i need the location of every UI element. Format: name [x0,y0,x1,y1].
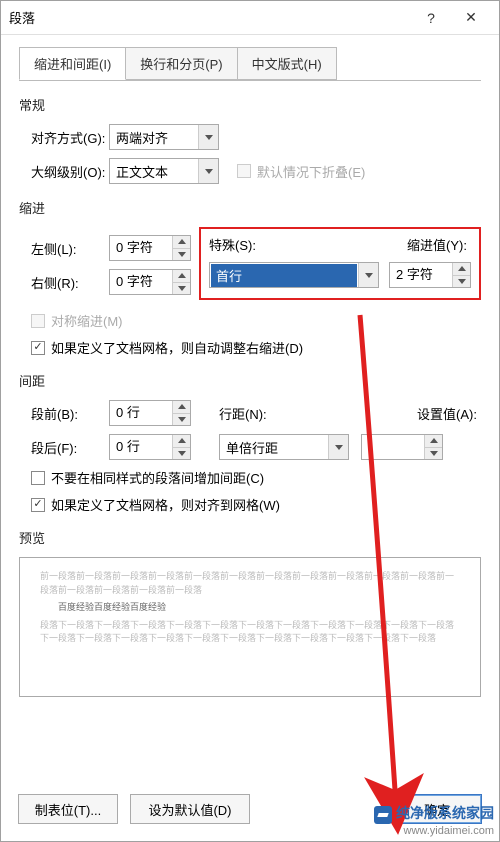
spinner-down-icon[interactable] [173,283,190,295]
watermark-logo-icon [374,806,392,824]
chevron-down-icon [198,125,218,149]
indent-right-spinner[interactable]: 0 字符 [109,269,191,295]
dialog-content: 缩进和间距(I) 换行和分页(P) 中文版式(H) 常规 对齐方式(G): 两端… [1,35,499,705]
paragraph-dialog: 段落 ? ✕ 缩进和间距(I) 换行和分页(P) 中文版式(H) 常规 对齐方式… [0,0,500,842]
space-after-value: 0 行 [110,435,172,459]
line-spacing-value: 单倍行距 [220,438,328,457]
watermark-title: 纯净版系统家园 [396,805,494,821]
spinner-up-icon[interactable] [173,401,190,414]
outline-value: 正文文本 [110,162,198,181]
mirror-indent-label: 对称缩进(M) [51,311,123,330]
alignment-dropdown[interactable]: 两端对齐 [109,124,219,150]
indent-value-spinner[interactable]: 2 字符 [389,262,471,288]
spinner-buttons [424,435,442,459]
help-button[interactable]: ? [411,4,451,32]
special-label: 特殊(S): [209,235,260,254]
spinner-up-icon[interactable] [173,270,190,283]
indent-value-label: 缩进值(Y): [407,235,471,254]
tabs-button[interactable]: 制表位(T)... [18,794,118,824]
auto-adjust-label: 如果定义了文档网格，则自动调整右缩进(D) [51,338,303,357]
section-indent: 缩进 [19,198,481,217]
spinner-down-icon[interactable] [453,276,470,288]
special-value: 首行 [211,264,357,287]
mirror-indent-checkbox [31,314,45,328]
alignment-label: 对齐方式(G): [19,128,109,147]
spinner-down-icon[interactable] [173,249,190,261]
spinner-up-icon[interactable] [453,263,470,276]
section-preview: 预览 [19,528,481,547]
snap-grid-checkbox[interactable] [31,498,45,512]
set-value-label: 设置值(A): [417,404,481,423]
spinner-buttons [172,401,190,425]
watermark-url: www.yidaimei.com [374,824,494,838]
tab-asian-typography[interactable]: 中文版式(H) [237,47,337,80]
set-value-text [362,435,424,459]
indent-left-value: 0 字符 [110,236,172,260]
section-general: 常规 [19,95,481,114]
dialog-title: 段落 [9,8,411,27]
spinner-down-icon[interactable] [173,414,190,426]
tab-line-page-breaks[interactable]: 换行和分页(P) [125,47,237,80]
collapsed-label: 默认情况下折叠(E) [257,162,365,181]
line-spacing-label: 行距(N): [219,404,279,423]
chevron-down-icon [198,159,218,183]
preview-current-text: 百度经验百度经验百度经验 [40,601,460,615]
indent-value-text: 2 字符 [390,263,452,287]
close-button[interactable]: ✕ [451,4,491,32]
space-before-spinner[interactable]: 0 行 [109,400,191,426]
space-before-value: 0 行 [110,401,172,425]
watermark: 纯净版系统家园 www.yidaimei.com [374,804,494,838]
spinner-down-icon[interactable] [425,448,442,460]
chevron-down-icon [328,435,348,459]
tab-strip: 缩进和间距(I) 换行和分页(P) 中文版式(H) [19,47,481,81]
preview-after-text: 段落下一段落下一段落下一段落下一段落下一段落下一段落下一段落下一段落下一段落下一… [40,619,460,646]
section-spacing: 间距 [19,371,481,390]
no-add-space-checkbox[interactable] [31,471,45,485]
collapsed-checkbox [237,164,251,178]
space-after-label: 段后(F): [19,438,109,457]
outline-label: 大纲级别(O): [19,162,109,181]
special-dropdown[interactable]: 首行 [209,262,379,288]
no-add-space-label: 不要在相同样式的段落间增加间距(C) [51,468,264,487]
tab-indent-spacing[interactable]: 缩进和间距(I) [19,47,126,80]
set-value-spinner[interactable] [361,434,443,460]
spinner-buttons [172,435,190,459]
spinner-buttons [452,263,470,287]
spinner-buttons [172,236,190,260]
alignment-value: 两端对齐 [110,128,198,147]
preview-before-text: 前一段落前一段落前一段落前一段落前一段落前一段落前一段落前一段落前一段落前一段落… [40,570,460,597]
snap-grid-label: 如果定义了文档网格，则对齐到网格(W) [51,495,280,514]
auto-adjust-checkbox[interactable] [31,341,45,355]
space-before-label: 段前(B): [19,404,109,423]
special-indent-highlight: 特殊(S): 缩进值(Y): 首行 2 字符 [199,227,481,300]
indent-right-label: 右侧(R): [19,273,109,292]
titlebar: 段落 ? ✕ [1,1,499,35]
indent-right-value: 0 字符 [110,270,172,294]
chevron-down-icon [358,263,378,287]
spinner-buttons [172,270,190,294]
preview-box: 前一段落前一段落前一段落前一段落前一段落前一段落前一段落前一段落前一段落前一段落… [19,557,481,697]
indent-left-spinner[interactable]: 0 字符 [109,235,191,261]
outline-dropdown[interactable]: 正文文本 [109,158,219,184]
line-spacing-dropdown[interactable]: 单倍行距 [219,434,349,460]
indent-left-label: 左侧(L): [19,239,109,258]
spinner-up-icon[interactable] [173,236,190,249]
space-after-spinner[interactable]: 0 行 [109,434,191,460]
spinner-down-icon[interactable] [173,448,190,460]
spinner-up-icon[interactable] [173,435,190,448]
set-default-button[interactable]: 设为默认值(D) [130,794,250,824]
spinner-up-icon[interactable] [425,435,442,448]
